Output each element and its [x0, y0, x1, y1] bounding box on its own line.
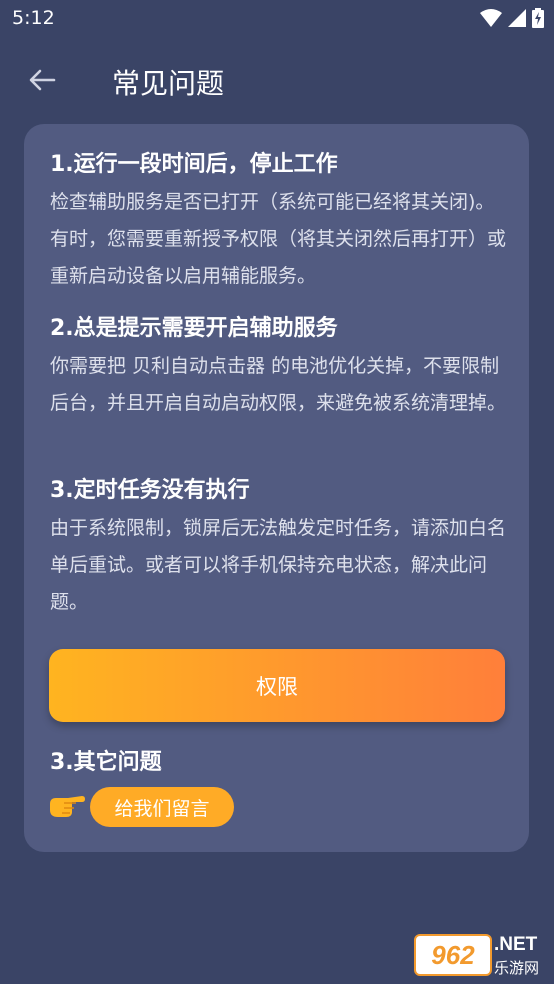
- arrow-left-icon: [29, 69, 56, 91]
- watermark-subtitle: 乐游网: [494, 959, 540, 977]
- faq-answer: 检查辅助服务是否已打开（系统可能已经将其关闭)。有时，您需要重新授予权限（将其关…: [50, 191, 507, 287]
- faq-question: 2.总是提示需要开启辅助服务: [50, 316, 338, 341]
- faq-question: 3.定时任务没有执行: [50, 478, 250, 503]
- status-bar: 5:12: [0, 0, 554, 38]
- watermark: 962 .NET 乐游网: [414, 932, 550, 980]
- pointing-hand-icon: [50, 796, 85, 817]
- watermark-net: .NET: [494, 934, 538, 955]
- app-bar: 常见问题: [0, 48, 554, 112]
- other-questions-title: 3.其它问题: [50, 750, 162, 775]
- battery-charging-icon: [532, 8, 544, 28]
- faq-item: 1.运行一段时间后，停止工作 检查辅助服务是否已打开（系统可能已经将其关闭)。有…: [50, 150, 510, 295]
- permission-button[interactable]: 权限: [49, 649, 505, 722]
- back-button[interactable]: [22, 62, 62, 98]
- faq-card: 1.运行一段时间后，停止工作 检查辅助服务是否已打开（系统可能已经将其关闭)。有…: [24, 124, 529, 852]
- status-time: 5:12: [12, 7, 55, 29]
- faq-item: 2.总是提示需要开启辅助服务 你需要把 贝利自动点击器 的电池优化关掉，不要限制…: [50, 314, 510, 422]
- watermark-logo: 962: [414, 934, 492, 976]
- status-icons: [474, 8, 544, 30]
- signal-icon: [508, 9, 526, 27]
- feedback-button[interactable]: 给我们留言: [90, 787, 234, 827]
- faq-item: 3.定时任务没有执行 由于系统限制，锁屏后无法触发定时任务，请添加白名单后重试。…: [50, 476, 510, 621]
- faq-question: 1.运行一段时间后，停止工作: [50, 152, 338, 177]
- wifi-icon: [480, 9, 502, 27]
- faq-answer: 由于系统限制，锁屏后无法触发定时任务，请添加白名单后重试。或者可以将手机保持充电…: [50, 517, 507, 613]
- faq-answer: 你需要把 贝利自动点击器 的电池优化关掉，不要限制后台，并且开启自动启动权限，来…: [50, 355, 507, 414]
- page-title: 常见问题: [112, 67, 225, 100]
